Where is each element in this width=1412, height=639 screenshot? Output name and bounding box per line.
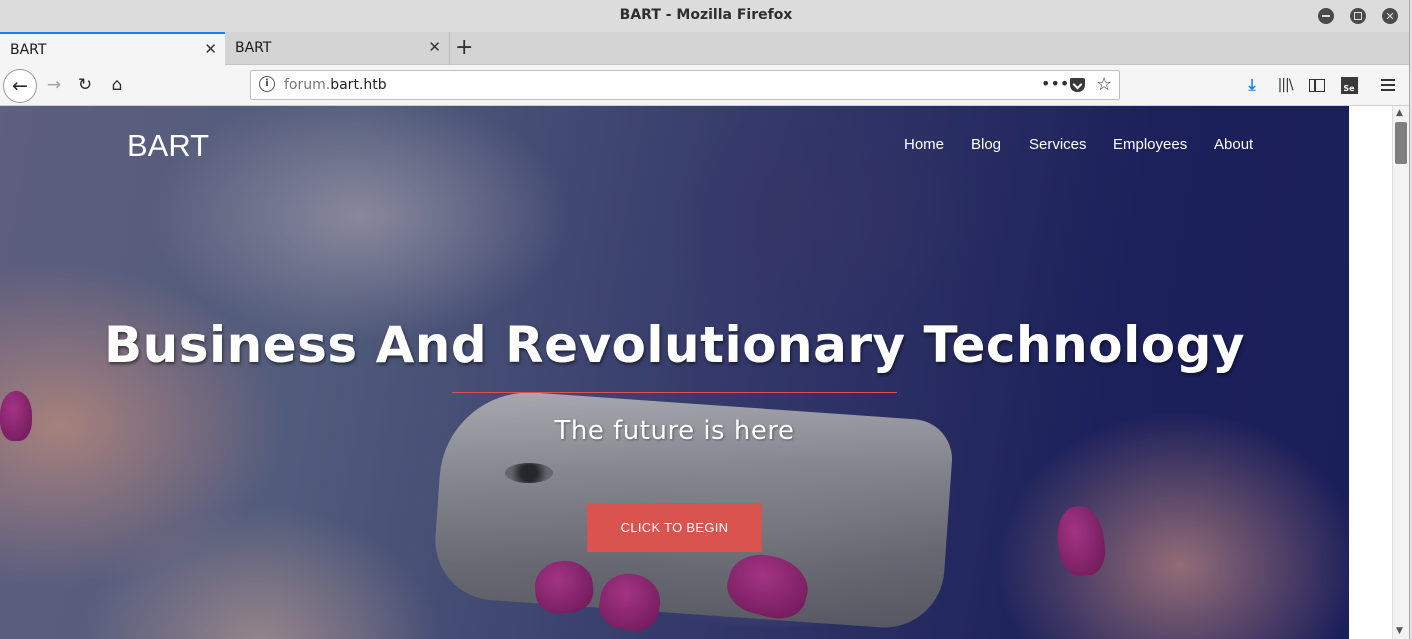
scroll-up-icon[interactable]: ▲ (1396, 108, 1403, 118)
minimize-icon (1322, 15, 1330, 17)
scroll-down-icon[interactable]: ▼ (1396, 626, 1403, 636)
tab-bart[interactable]: BART ✕ (225, 32, 450, 65)
maximize-button[interactable] (1350, 8, 1366, 24)
nav-link-services[interactable]: Services (1029, 136, 1087, 153)
window-title: BART - Mozilla Firefox (619, 7, 793, 23)
tab-label: BART (235, 40, 272, 56)
nav-link-about[interactable]: About (1214, 136, 1253, 153)
maximize-icon (1354, 12, 1362, 20)
back-button[interactable]: ← (3, 69, 37, 103)
url-text[interactable]: forum.bart.htb (284, 77, 387, 93)
reload-button[interactable]: ↻ (73, 72, 97, 98)
forward-arrow-icon: → (46, 75, 62, 95)
site-logo[interactable]: BART (127, 128, 209, 164)
page-actions-icon[interactable]: ••• (1041, 74, 1069, 93)
tab-bart-active[interactable]: BART ✕ (0, 32, 225, 65)
new-tab-plus-icon[interactable]: + (455, 35, 473, 61)
forward-button[interactable]: → (42, 72, 66, 98)
library-button[interactable]: |||\ (1274, 72, 1296, 98)
bookmark-star-icon[interactable]: ☆ (1096, 74, 1112, 95)
tab-label: BART (10, 42, 47, 58)
click-to-begin-button[interactable]: CLICK TO BEGIN (587, 503, 762, 552)
downloads-button[interactable]: ⤓ (1241, 72, 1263, 98)
reload-icon: ↻ (77, 75, 93, 95)
nav-link-blog[interactable]: Blog (971, 136, 1001, 153)
tab-bar: BART ✕ BART ✕ + (0, 32, 1412, 65)
selenium-icon: Se (1340, 76, 1358, 94)
site-info-icon[interactable]: i (259, 76, 275, 92)
minimize-button[interactable] (1318, 8, 1334, 24)
nav-link-home[interactable]: Home (904, 136, 944, 153)
pocket-icon[interactable] (1070, 78, 1085, 92)
tab-close-icon[interactable]: ✕ (204, 40, 217, 58)
library-icon: |||\ (1277, 77, 1294, 93)
download-arrow-icon: ⤓ (1248, 75, 1256, 94)
tab-close-icon[interactable]: ✕ (428, 38, 441, 56)
window-titlebar: BART - Mozilla Firefox ✕ (0, 0, 1412, 32)
url-domain: bart.htb (330, 77, 387, 93)
hamburger-icon (1381, 79, 1395, 91)
url-bar[interactable]: i forum.bart.htb ••• ☆ (250, 70, 1120, 100)
sidebar-icon (1309, 78, 1325, 92)
close-icon: ✕ (1385, 9, 1395, 23)
page-right-gutter (1349, 106, 1392, 639)
headline-divider (452, 392, 897, 393)
navigation-toolbar: ← → ↻ ⌂ i forum.bart.htb ••• ☆ ⤓ |||\ Se (0, 65, 1412, 106)
scrollbar-thumb[interactable] (1395, 122, 1407, 164)
nav-link-employees[interactable]: Employees (1113, 136, 1187, 153)
home-button[interactable]: ⌂ (105, 72, 129, 98)
close-window-button[interactable]: ✕ (1382, 8, 1398, 24)
hero-section: BART Home Blog Services Employees About … (0, 106, 1349, 639)
back-arrow-icon: ← (12, 75, 28, 97)
hero-subheadline: The future is here (554, 416, 795, 446)
vertical-scrollbar[interactable]: ▲ ▼ (1392, 106, 1409, 639)
selenium-extension-button[interactable]: Se (1338, 72, 1360, 98)
sidebar-button[interactable] (1306, 72, 1328, 98)
hero-headline: Business And Revolutionary Technology (104, 316, 1245, 374)
url-subdomain: forum. (284, 77, 331, 93)
hamburger-menu-button[interactable] (1377, 72, 1399, 98)
home-icon: ⌂ (111, 75, 123, 95)
